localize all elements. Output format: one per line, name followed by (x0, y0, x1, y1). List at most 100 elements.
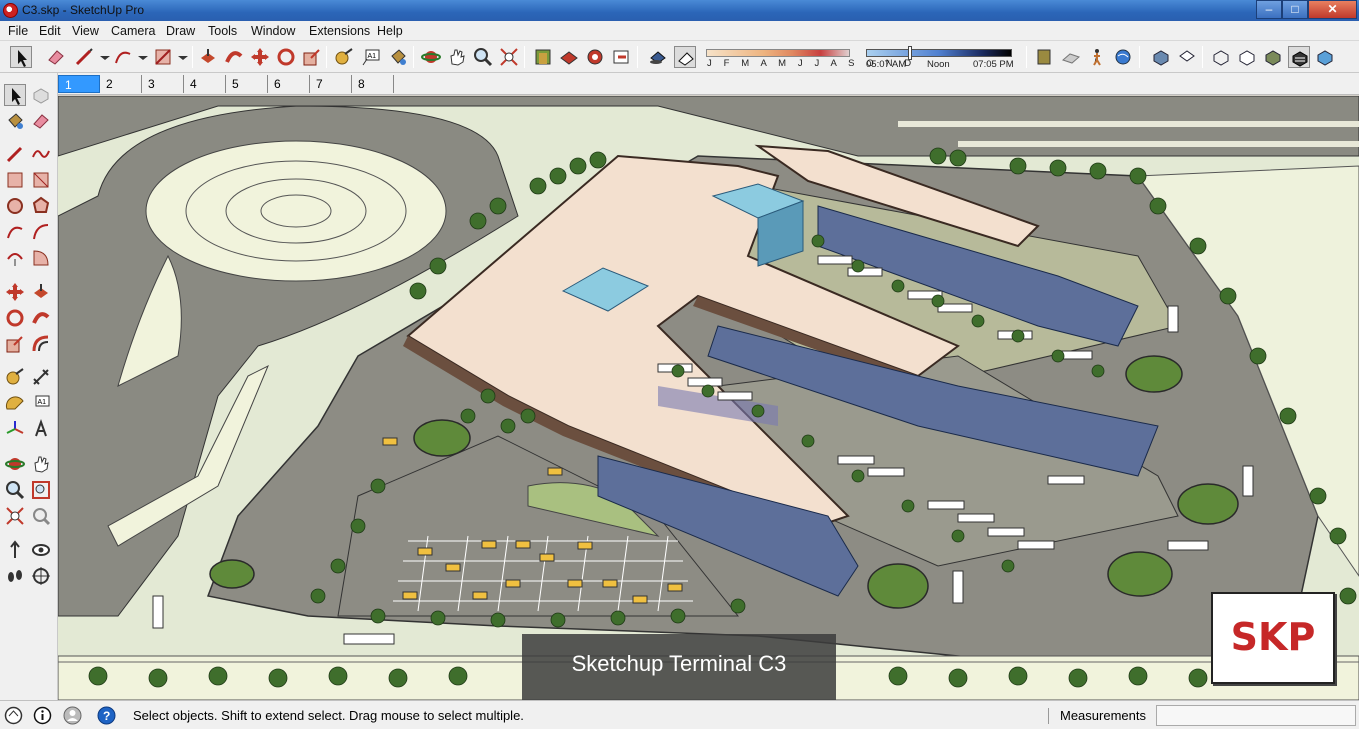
position-camera-icon[interactable] (4, 539, 26, 561)
pan-tool-icon[interactable] (446, 46, 468, 68)
pie-tool-icon[interactable] (30, 247, 52, 269)
tab-scene-1[interactable]: 1 (58, 75, 100, 93)
tab-scene-6[interactable]: 6 (268, 75, 310, 93)
arc-tool-icon[interactable] (112, 46, 134, 68)
walk-footprints-icon[interactable] (4, 565, 26, 587)
circle-tool-icon[interactable] (4, 195, 26, 217)
monochrome-style-icon[interactable] (1314, 46, 1336, 68)
geo-location-icon[interactable] (4, 706, 23, 725)
month-slider[interactable] (706, 49, 850, 57)
zoom-window-icon[interactable] (30, 479, 52, 501)
line-tool-icon[interactable] (4, 143, 26, 165)
paint-bucket-icon[interactable] (387, 46, 409, 68)
line-tool-icon[interactable] (73, 46, 95, 68)
move-tool-icon[interactable] (4, 281, 26, 303)
menu-extensions[interactable]: Extensions (309, 24, 370, 38)
section-plane-icon[interactable] (30, 565, 52, 587)
dimension-tool-icon[interactable] (30, 366, 52, 388)
protractor-icon[interactable] (4, 392, 26, 414)
menu-window[interactable]: Window (251, 24, 295, 38)
tab-scene-2[interactable]: 2 (100, 75, 142, 93)
scale-tool-icon[interactable] (301, 46, 323, 68)
fog-toggle-icon[interactable] (674, 46, 696, 68)
rotated-rectangle-icon[interactable] (30, 169, 52, 191)
text-tool-icon[interactable]: A1 (360, 46, 382, 68)
time-slider[interactable] (866, 49, 1012, 57)
close-button[interactable]: ✕ (1308, 0, 1357, 19)
polygon-tool-icon[interactable] (30, 195, 52, 217)
rectangle-tool-icon[interactable] (152, 46, 174, 68)
freehand-tool-icon[interactable] (30, 143, 52, 165)
zoom-extents-icon[interactable] (498, 46, 520, 68)
model-viewport[interactable]: Sketchup Terminal C3 SKP (58, 96, 1359, 700)
shadows-toggle-icon[interactable] (647, 46, 669, 68)
zoom-tool-icon[interactable] (472, 46, 494, 68)
tape-measure-icon[interactable] (4, 366, 26, 388)
text-tool-icon[interactable]: A1 (30, 392, 52, 414)
push-pull-icon[interactable] (197, 46, 219, 68)
shape-dropdown-icon[interactable] (172, 46, 194, 68)
pan-tool-icon[interactable] (30, 453, 52, 475)
walk-tool-icon[interactable] (1086, 46, 1108, 68)
measurements-input[interactable] (1156, 705, 1356, 726)
instructor-help-icon[interactable]: ? (97, 706, 116, 725)
menu-edit[interactable]: Edit (39, 24, 61, 38)
zoom-tool-icon[interactable] (4, 479, 26, 501)
previous-view-icon[interactable] (30, 505, 52, 527)
menu-view[interactable]: View (72, 24, 99, 38)
tab-scene-7[interactable]: 7 (310, 75, 352, 93)
scale-tool-icon[interactable] (4, 333, 26, 355)
shaded-style-icon[interactable] (1262, 46, 1284, 68)
send-to-layout-icon[interactable] (610, 46, 632, 68)
credits-info-icon[interactable] (33, 706, 52, 725)
select-tool-icon[interactable] (10, 46, 32, 68)
share-model-icon[interactable] (558, 46, 580, 68)
arc-dropdown-icon[interactable] (132, 46, 154, 68)
shaded-textures-style-icon[interactable] (1288, 46, 1310, 68)
maximize-button[interactable]: □ (1282, 0, 1308, 19)
rotate-tool-icon[interactable] (275, 46, 297, 68)
menu-tools[interactable]: Tools (208, 24, 237, 38)
extension-warehouse-icon[interactable] (584, 46, 606, 68)
orbit-tool-icon[interactable] (420, 46, 442, 68)
tab-scene-3[interactable]: 3 (142, 75, 184, 93)
three-point-arc-icon[interactable] (4, 247, 26, 269)
menu-camera[interactable]: Camera (111, 24, 155, 38)
geo-location-icon[interactable] (1112, 46, 1134, 68)
tab-scene-8[interactable]: 8 (352, 75, 394, 93)
3d-warehouse-icon[interactable] (532, 46, 554, 68)
sketchup-app-icon[interactable] (3, 3, 18, 18)
orbit-tool-icon[interactable] (4, 453, 26, 475)
eraser-tool-icon[interactable] (45, 46, 67, 68)
rectangle-tool-icon[interactable] (4, 169, 26, 191)
two-point-arc-icon[interactable] (30, 221, 52, 243)
arc-tool-icon[interactable] (4, 221, 26, 243)
xray-style-icon[interactable] (1210, 46, 1232, 68)
follow-me-icon[interactable] (223, 46, 245, 68)
section-plane-icon[interactable] (1034, 46, 1056, 68)
follow-me-icon[interactable] (30, 307, 52, 329)
paint-bucket-icon[interactable] (4, 110, 26, 132)
axes-tool-icon[interactable] (4, 418, 26, 440)
push-pull-icon[interactable] (30, 281, 52, 303)
sandbox-icon[interactable] (1060, 46, 1082, 68)
3d-text-icon[interactable] (30, 418, 52, 440)
menu-file[interactable]: File (8, 24, 28, 38)
look-around-icon[interactable] (30, 539, 52, 561)
menu-help[interactable]: Help (377, 24, 403, 38)
make-component-icon[interactable] (30, 84, 52, 106)
menu-draw[interactable]: Draw (166, 24, 195, 38)
hidden-line-style-icon[interactable] (1236, 46, 1258, 68)
iso-view-icon[interactable] (1150, 46, 1172, 68)
tab-scene-4[interactable]: 4 (184, 75, 226, 93)
move-tool-icon[interactable] (249, 46, 271, 68)
user-account-icon[interactable] (63, 706, 82, 725)
rotate-tool-icon[interactable] (4, 307, 26, 329)
zoom-extents-icon[interactable] (4, 505, 26, 527)
offset-tool-icon[interactable] (30, 333, 52, 355)
eraser-tool-icon[interactable] (30, 110, 52, 132)
tab-scene-5[interactable]: 5 (226, 75, 268, 93)
time-slider-thumb[interactable] (908, 46, 912, 60)
tape-measure-icon[interactable] (333, 46, 355, 68)
minimize-button[interactable]: – (1256, 0, 1282, 19)
